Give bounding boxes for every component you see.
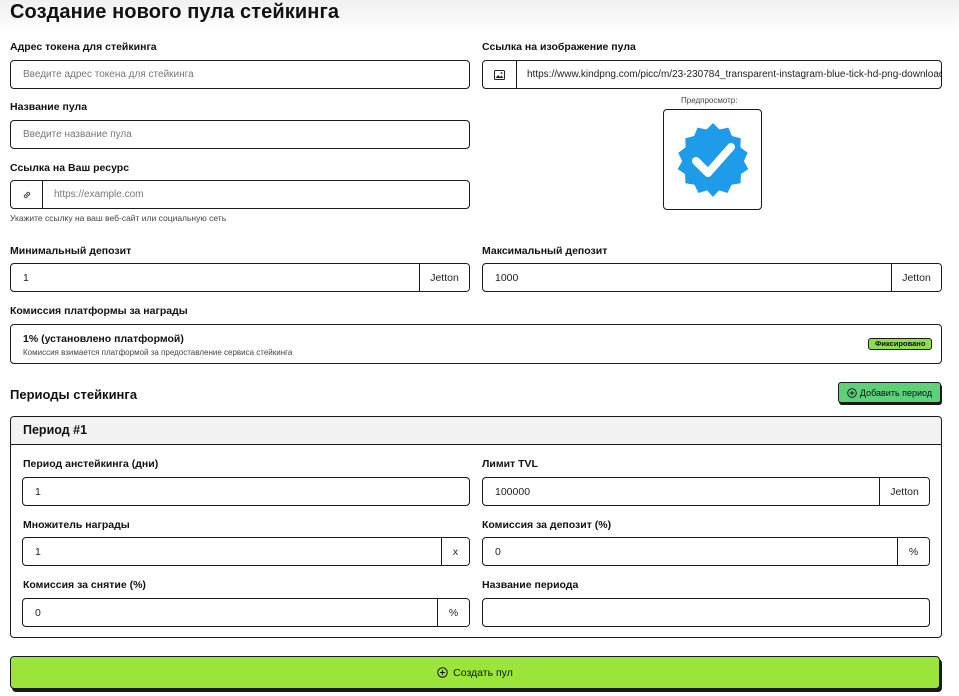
- resource-link-placeholder[interactable]: https://example.com: [43, 181, 469, 208]
- tvl-limit-unit: Jetton: [879, 478, 929, 505]
- period-card-header: Период #1: [11, 417, 941, 445]
- period-name-label: Название периода: [482, 579, 579, 591]
- create-pool-label: Создать пул: [453, 666, 513, 679]
- max-deposit-unit: Jetton: [891, 264, 941, 291]
- deposit-fee-label: Комиссия за депозит (%): [482, 519, 612, 531]
- image-link-label: Ссылка на изображение пула: [482, 41, 636, 53]
- unstake-period-label: Период анстейкинга (дни): [23, 458, 159, 470]
- resource-link-label: Ссылка на Ваш ресурс: [10, 162, 130, 174]
- min-deposit-label: Минимальный депозит: [10, 245, 132, 257]
- add-period-label: Добавить период: [859, 387, 933, 398]
- token-address-label: Адрес токена для стейкинга: [10, 41, 157, 53]
- resource-link-input[interactable]: https://example.com: [10, 180, 470, 209]
- image-icon: [483, 61, 517, 88]
- page-title: Создание нового пула стейкинга: [10, 1, 340, 23]
- fixed-badge: Фиксировано: [868, 338, 933, 350]
- period-name-value[interactable]: [483, 599, 929, 626]
- image-preview: [663, 109, 762, 210]
- tvl-limit-input[interactable]: 100000 Jetton: [482, 477, 930, 506]
- min-deposit-value[interactable]: 1: [11, 264, 419, 291]
- reward-multiplier-input[interactable]: 1 x: [22, 537, 470, 566]
- plus-circle-icon: [847, 387, 857, 398]
- add-period-button[interactable]: Добавить период: [838, 382, 941, 403]
- period-card: Период #1 Период анстейкинга (дни) 1 Лим…: [10, 416, 942, 638]
- max-deposit-value[interactable]: 1000: [483, 264, 891, 291]
- platform-fee-box: 1% (установлено платформой) Комиссия взи…: [10, 324, 942, 364]
- create-pool-button[interactable]: Создать пул: [10, 656, 940, 689]
- max-deposit-label: Максимальный депозит: [482, 245, 608, 257]
- token-address-placeholder[interactable]: Введите адрес токена для стейкинга: [11, 61, 469, 88]
- deposit-fee-input[interactable]: 0 %: [482, 537, 930, 566]
- unstake-period-input[interactable]: 1: [22, 477, 470, 506]
- platform-fee-subtitle: Комиссия взимается платформой за предост…: [23, 348, 293, 357]
- reward-multiplier-unit: x: [441, 538, 469, 565]
- max-deposit-input[interactable]: 1000 Jetton: [482, 263, 942, 292]
- withdraw-fee-input[interactable]: 0 %: [22, 598, 470, 627]
- token-address-input[interactable]: Введите адрес токена для стейкинга: [10, 60, 470, 89]
- withdraw-fee-unit: %: [437, 599, 469, 626]
- tvl-limit-value[interactable]: 100000: [483, 478, 879, 505]
- link-icon: [11, 181, 43, 208]
- periods-title: Периоды стейкинга: [10, 387, 138, 402]
- pool-name-label: Название пула: [10, 101, 88, 113]
- unstake-period-value[interactable]: 1: [23, 478, 469, 505]
- min-deposit-unit: Jetton: [419, 264, 469, 291]
- pool-name-placeholder[interactable]: Введите название пула: [11, 121, 469, 148]
- pool-name-input[interactable]: Введите название пула: [10, 120, 470, 149]
- reward-multiplier-label: Множитель награды: [23, 519, 130, 531]
- reward-multiplier-value[interactable]: 1: [23, 538, 441, 565]
- deposit-fee-value[interactable]: 0: [483, 538, 897, 565]
- withdraw-fee-label: Комиссия за снятие (%): [23, 579, 146, 591]
- min-deposit-input[interactable]: 1 Jetton: [10, 263, 470, 292]
- tvl-limit-label: Лимит TVL: [482, 458, 538, 470]
- withdraw-fee-value[interactable]: 0: [23, 599, 437, 626]
- preview-label: Предпросмотр:: [681, 96, 738, 105]
- period-name-input[interactable]: [482, 598, 930, 627]
- verified-badge-icon: [677, 122, 748, 197]
- platform-fee-label: Комиссия платформы за награды: [10, 305, 188, 317]
- deposit-fee-unit: %: [897, 538, 929, 565]
- image-link-input[interactable]: https://www.kindpng.com/picc/m/23-230784…: [482, 60, 942, 89]
- resource-link-hint: Укажите ссылку на ваш веб-сайт или социа…: [10, 213, 227, 223]
- period-title: Период #1: [23, 423, 88, 437]
- plus-circle-icon: [437, 667, 448, 678]
- platform-fee-title: 1% (установлено платформой): [23, 333, 184, 345]
- image-link-value[interactable]: https://www.kindpng.com/picc/m/23-230784…: [517, 61, 941, 88]
